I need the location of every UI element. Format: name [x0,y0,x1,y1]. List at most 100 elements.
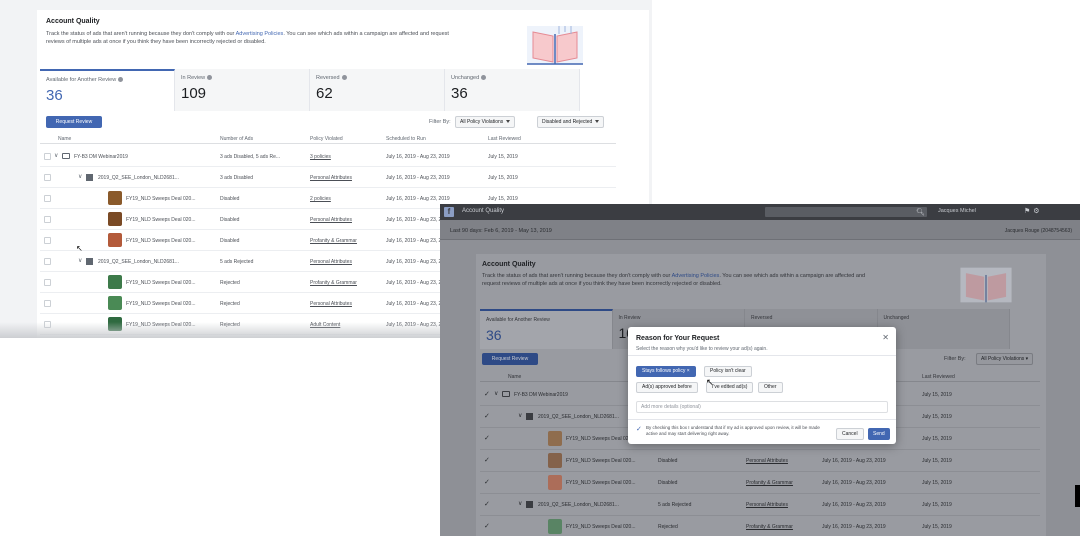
row-policy[interactable]: Personal Attributes [746,502,788,508]
row-policy[interactable]: Personal Attributes [310,217,352,223]
row-checkmark-icon[interactable]: ✓ [484,412,490,420]
row-policy[interactable]: Profanity & Grammar [746,480,793,486]
advertising-policies-link[interactable]: Advertising Policies [236,31,284,37]
row-policy[interactable]: Profanity & Grammar [746,524,793,530]
user-menu[interactable]: Jacques Michel [938,208,976,214]
close-icon[interactable]: ✕ [882,333,889,342]
table-row[interactable]: ✓ FY19_NLD Sweeps Deal 020... Disabled Pers… [480,450,1040,472]
consent-checkbox[interactable]: ✓ [636,426,643,433]
row-name[interactable]: 2019_Q2_SEE_London_NLD2681... [98,259,179,265]
reason-chip-approved-before[interactable]: Ad(s) approved before [636,382,698,393]
table-row[interactable]: ✓ FY19_NLD Sweeps Deal 020... Disabled Prof… [480,472,1040,494]
expand-chevron-icon[interactable]: ∨ [78,257,82,264]
table-row[interactable]: ∨ 2019_Q2_SEE_London_NLD2681... 3 ads Disa… [40,167,616,188]
settings-icon[interactable]: ⚙ [1033,208,1042,215]
row-checkmark-icon[interactable]: ✓ [484,478,490,486]
advertising-policies-link[interactable]: Advertising Policies [672,273,720,279]
row-name[interactable]: FY19_NLD Sweeps Deal 020... [126,280,195,286]
row-name[interactable]: FY19_NLD Sweeps Deal 020... [566,458,635,464]
ad-thumbnail [548,431,562,446]
facebook-logo-icon[interactable]: f [444,207,454,217]
row-checkmark-icon[interactable]: ✓ [484,390,490,398]
details-input[interactable]: Add more details (optional) [636,401,888,413]
row-policy[interactable]: Personal Attributes [310,259,352,265]
row-checkbox[interactable] [44,279,51,286]
column-name[interactable]: Name [508,374,521,380]
row-name[interactable]: FY19_NLD Sweeps Deal 020... [126,301,195,307]
tab-available-for-review[interactable]: Available for Another Review 36 [40,69,175,111]
tab-unchanged[interactable]: Unchanged 36 [445,69,580,111]
tab-reversed[interactable]: Reversed 62 [310,69,445,111]
notifications-icon[interactable]: ⚑ [1024,208,1033,215]
row-policy[interactable]: Profanity & Grammar [310,238,357,244]
policy-violations-dropdown[interactable]: All Policy Violations [455,116,516,128]
date-range-selector[interactable]: Last 90 days: Feb 6, 2019 - May 13, 2019 [450,228,552,234]
row-name[interactable]: FY19_NLD Sweeps Deal 020... [566,436,635,442]
row-name[interactable]: FY19_NLD Sweeps Deal 020... [126,196,195,202]
reason-chip-policy-unclear[interactable]: Policy isn't clear [704,366,752,377]
expand-chevron-icon[interactable]: ∨ [494,390,498,397]
tab-in-review[interactable]: In Review 109 [175,69,310,111]
dropdown-value: All Policy Violations [981,356,1025,362]
column-number-of-ads[interactable]: Number of Ads [220,136,253,142]
row-checkbox[interactable] [44,153,51,160]
search-input[interactable]: 🔍︎ [765,207,927,217]
row-name[interactable]: FY-B3 DM Webinar2019 [514,392,568,398]
row-checkmark-icon[interactable]: ✓ [484,500,490,508]
divider [628,419,896,420]
row-checkbox[interactable] [44,174,51,181]
row-name[interactable]: 2019_Q2_SEE_London_NLD2681... [538,414,619,420]
request-review-button[interactable]: Request Review [482,353,538,365]
row-name[interactable]: FY-B3 DM Webinar2019 [74,154,128,160]
row-policy[interactable]: Profanity & Grammar [310,280,357,286]
row-checkbox[interactable] [44,258,51,265]
row-name[interactable]: FY19_NLD Sweeps Deal 020... [566,480,635,486]
row-checkmark-icon[interactable]: ✓ [484,434,490,442]
policy-violations-dropdown[interactable]: All Policy Violations ▾ [976,353,1034,365]
row-policy[interactable]: 2 policies [310,196,331,202]
row-checkmark-icon[interactable]: ✓ [484,456,490,464]
reason-chip-follows-policy[interactable]: Stays follows policy × [636,366,696,377]
row-name[interactable]: 2019_Q2_SEE_London_NLD2681... [538,502,619,508]
page-title: Account Quality [46,18,100,25]
expand-chevron-icon[interactable]: ∨ [518,500,522,507]
row-checkbox[interactable] [44,195,51,202]
expand-chevron-icon[interactable]: ∨ [54,152,58,159]
row-name[interactable]: FY19_NLD Sweeps Deal 020... [126,217,195,223]
row-policy[interactable]: 3 policies [310,154,331,160]
tab-unchanged[interactable]: Unchanged 6 [877,309,1010,349]
cancel-button[interactable]: Cancel [836,428,864,440]
row-policy[interactable]: Personal Attributes [310,301,352,307]
column-name[interactable]: Name [58,136,71,142]
send-button[interactable]: Send [868,428,890,440]
table-row[interactable]: ✓ ∨ 2019_Q2_SEE_London_NLD2681... 5 ads Rej… [480,494,1040,516]
tab-label: Unchanged [451,75,573,81]
expand-chevron-icon[interactable]: ∨ [78,173,82,180]
row-name[interactable]: FY19_NLD Sweeps Deal 020... [566,524,635,530]
column-last-reviewed[interactable]: Last Reviewed [922,374,955,380]
account-selector[interactable]: Jacques Rouge (2048754563) [1005,228,1072,234]
row-name[interactable]: FY19_NLD Sweeps Deal 020... [126,238,195,244]
table-row[interactable]: ∨ FY-B3 DM Webinar2019 3 ads Disabled, 5 a… [40,146,616,167]
column-scheduled-to-run[interactable]: Scheduled to Run [386,136,426,142]
table-row[interactable]: ✓ FY19_NLD Sweeps Deal 020... Rejected Prof… [480,516,1040,536]
row-checkbox[interactable] [44,237,51,244]
ad-thumbnail [108,212,122,226]
row-checkmark-icon[interactable]: ✓ [484,522,490,530]
row-policy[interactable]: Personal Attributes [310,175,352,181]
mouse-cursor-icon: ↖ [76,244,83,253]
row-policy[interactable]: Personal Attributes [746,458,788,464]
tab-available-for-review[interactable]: Available for Another Review 36 [480,309,613,349]
expand-chevron-icon[interactable]: ∨ [518,412,522,419]
info-icon [207,75,213,81]
request-review-button[interactable]: Request Review [46,116,102,128]
row-checkbox[interactable] [44,216,51,223]
ad-thumbnail [548,453,562,468]
row-name[interactable]: 2019_Q2_SEE_London_NLD2681... [98,175,179,181]
column-last-reviewed[interactable]: Last Reviewed [488,136,521,142]
tab-count: 36 [46,87,63,104]
column-policy-violated[interactable]: Policy Violated [310,136,343,142]
row-checkbox[interactable] [44,300,51,307]
reason-chip-other[interactable]: Other [758,382,783,393]
status-filter-dropdown[interactable]: Disabled and Rejected [537,116,605,128]
